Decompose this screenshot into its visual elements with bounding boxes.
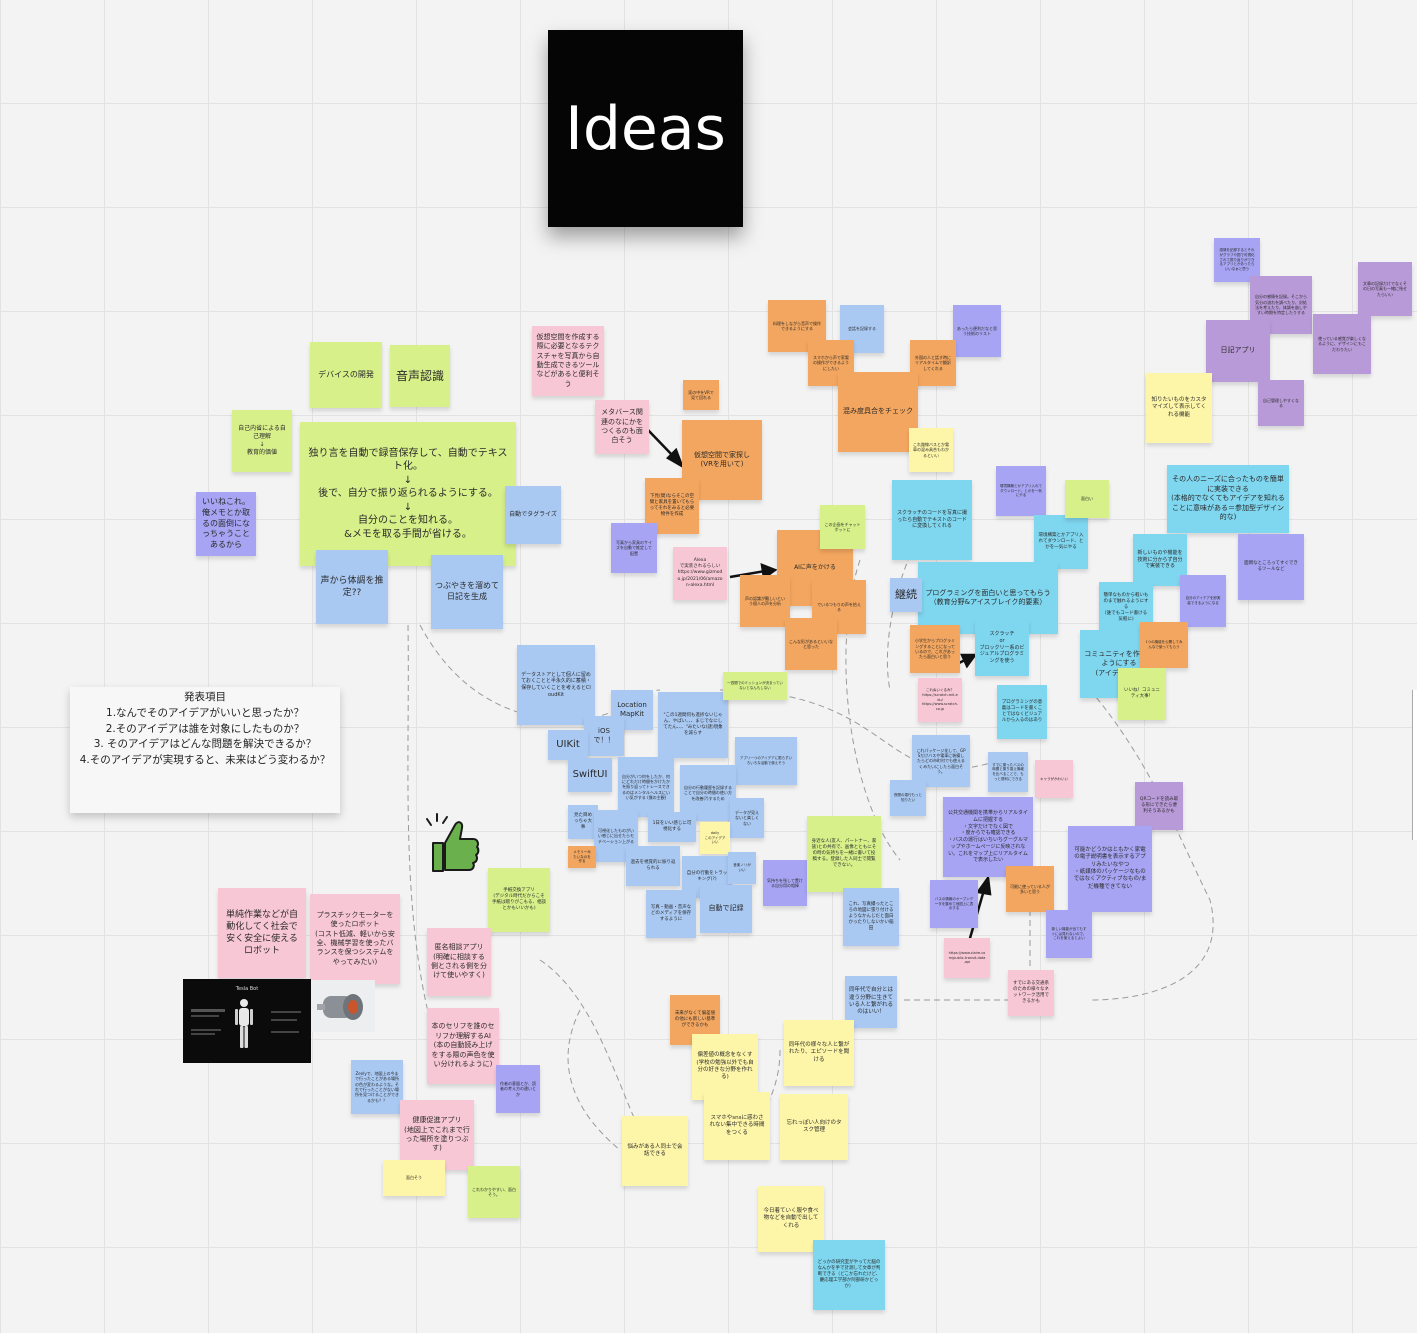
sticky-note[interactable]: 混み度具合をチェック <box>838 372 918 452</box>
robot-slide-title: Tesla Bot <box>235 986 258 992</box>
sticky-note[interactable]: 使っている感覚が楽しくなるように、デザインにもこだわりたい <box>1313 314 1371 374</box>
sticky-note[interactable]: 自分がいつ何をしたか、何にどれだけ時間をかけたかを振り返ってトレースできるのはメ… <box>618 757 674 817</box>
sticky-note[interactable]: データが見えないと楽しくない <box>730 798 764 838</box>
sticky-note[interactable]: QRコードを読み取る形にできたら便利そうあるかも <box>1135 782 1183 830</box>
sticky-note[interactable]: 夜間の運行もっと知りたい <box>890 780 926 816</box>
sticky-note[interactable]: これ、写真撮ったところの地図に張り付けるようなかんじだと面白かったりしないかい稲… <box>843 888 899 946</box>
sticky-note[interactable]: こんな形があるといいなと思った <box>785 618 837 670</box>
agenda-item-3: 3. そのアイデアはどんな問題を解決できるか？ <box>93 738 317 751</box>
sticky-note[interactable]: 悩みがある人同士で会話できる <box>622 1116 688 1186</box>
sticky-note[interactable]: daily このアイデアいい <box>700 822 730 854</box>
sticky-note[interactable]: 気持ちを残して置ける自分用の相棒 <box>763 860 807 906</box>
sticky-note[interactable]: スクラッチのコードを写真に撮ったら自動でテキストのコードに変換してくれる <box>892 480 972 560</box>
sticky-note[interactable]: 家の中をVRで見て回れる <box>683 380 719 410</box>
right-edge-panel-tab[interactable] <box>1412 690 1417 840</box>
sticky-note[interactable]: いいねこれ。俺メモとか取るの面倒になっちゃうことあるから <box>196 492 256 556</box>
sticky-note[interactable]: SwiftUI <box>568 758 612 792</box>
sticky-note[interactable]: 1日をいい感じに可視化する <box>648 812 696 842</box>
sticky-note[interactable]: 過去を視覚的に振り返られる <box>626 846 680 886</box>
sticky-note[interactable]: 身近な人(友人、パートナー、家族)との共有で、画像とともにその時の気持ちを一緒に… <box>807 816 881 892</box>
sticky-note[interactable]: https://www.claire.com/public-transit-da… <box>944 938 990 978</box>
sticky-note[interactable]: どっかの研究室がやってた脳のなんかを手で計測して文章が判断できる（どこか忘れたけ… <box>813 1240 885 1310</box>
sticky-note[interactable]: 音声認識 <box>390 345 450 407</box>
sticky-note[interactable]: 音楽ノリがいい <box>728 852 756 884</box>
ideas-title-card[interactable]: Ideas <box>548 30 743 227</box>
sticky-note[interactable]: スクラッチ or ブロックリー系のビジュアルプログラミングを使う <box>975 620 1029 676</box>
sticky-note[interactable]: プラスチックモーターを使ったロボット (コスト低減、軽いから安全、機械学習を使っ… <box>310 894 400 984</box>
sticky-note[interactable]: すでにある交通系のための様々なネットワーク活用できるかも <box>1008 970 1054 1016</box>
sticky-note[interactable]: 自分のアイデアを即実装できるようになる <box>1180 575 1226 627</box>
sticky-note[interactable]: 新しいものや機能を技術に分からず自分で実装できる <box>1133 534 1187 586</box>
thumbs-up-sticker-icon[interactable] <box>425 813 481 877</box>
sticky-note[interactable]: 新しい機能が出てもすぐには見れないので、これを使えるとよい <box>1046 910 1092 958</box>
sticky-note[interactable]: "この1週間何も進捗ないじゃん、やばい、、、まじでなにしてたん、、、"みたいな(… <box>658 692 728 758</box>
sticky-note[interactable]: あったら便利だなと思う技術のリスト <box>953 305 1001 357</box>
sticky-note[interactable]: 自動で記録 <box>700 885 752 933</box>
sticky-note[interactable]: メタバース関連のなにかをつくるのも面白そう <box>595 400 649 454</box>
sticky-note[interactable]: 面倒なところってすぐできるツールなど <box>1238 534 1304 600</box>
sticky-note[interactable]: スマホやsnsに惑わされない集中できる時間をつくる <box>704 1092 770 1160</box>
sticky-note[interactable]: 同年代の様々な人と繋がれたり、エピソードを聞ける <box>784 1020 854 1086</box>
sticky-note[interactable]: 可能に使っている人が多いと思う <box>1006 866 1054 912</box>
sticky-note[interactable]: 環境構築とかアプリ入れてダウンロード、とかを一気にやる <box>1034 515 1088 569</box>
sticky-note[interactable]: 1つの機能を公開してみんなで使ってもらう <box>1140 622 1188 668</box>
sticky-note[interactable]: いいね！コミュニティ大事！ <box>1118 668 1166 720</box>
sticky-note[interactable]: 偏差値の概念をなくす(学校の勉強以外でも自分の好きな分野を作れる) <box>692 1034 758 1100</box>
sticky-note[interactable]: Zenlyで、地図上の今まで行ったことがある場所の色が変わるような。それで行った… <box>351 1060 403 1114</box>
ideas-title: Ideas <box>565 93 726 164</box>
sticky-note[interactable]: 一週間でのミッションが決まっていないとなんもしない <box>723 672 787 700</box>
sticky-note[interactable]: この企画をチャットボットに <box>820 505 865 549</box>
presentation-agenda-card[interactable]: 発表項目 1.なんでそのアイデアがいいと思ったか？ 2.そのアイデアは誰を対象に… <box>70 687 340 813</box>
sticky-note[interactable]: 写真から家具のサイズを自動で推定して配置 <box>611 523 657 573</box>
sticky-note[interactable]: 手紙交換アプリ (デジタル時代だからこそ手紙は贈りがこもる、相談とかもいいかも) <box>488 868 550 932</box>
agenda-item-4: 4.そのアイデアが実現すると、未来はどう変わるか？ <box>79 754 331 766</box>
sticky-note[interactable]: キャラがかわいい <box>1035 760 1073 798</box>
sticky-note[interactable]: 仮想空間を作成する際に必要となるテクスチャを写真から自動生成できるツールなどがあ… <box>532 326 604 396</box>
sticky-note[interactable]: 公共交通機関を携帯からリアルタイムに把握する ・文字だけでなく図で ・度からでも… <box>943 797 1033 877</box>
motor-part-image[interactable] <box>311 980 375 1032</box>
sticky-note[interactable]: 面白そう <box>383 1160 445 1196</box>
sticky-note[interactable]: メモリーみたいなのを作る <box>568 846 596 868</box>
sticky-note[interactable]: 匿名相談アプリ (明確に相談する側とされる側を分けて使いやすく) <box>427 928 491 996</box>
sticky-note[interactable]: これ路線バスとか電車の混み具合もわかるといい <box>909 428 953 472</box>
agenda-item-2: 2.そのアイデアは誰を対象にしたものか？ <box>105 722 305 735</box>
sticky-note[interactable]: 自己管理しやすくなる <box>1258 380 1304 426</box>
sticky-note[interactable]: 環境構築とかアプリ入れてダウンロード、とかを一気にやる <box>996 466 1046 516</box>
sticky-note[interactable]: 作者の意図とか、読者の考え方の違いとか <box>496 1065 540 1113</box>
sticky-note[interactable]: 自動でタグライズ <box>505 486 561 544</box>
sticky-note[interactable]: 写真・動画・音声などのメディアを保存するように <box>646 890 696 938</box>
motor-part-graphic <box>311 980 375 1032</box>
sticky-note[interactable]: 本のセリフを誰のセリフか理解するAI (本の自動読み上げをする際の声色を使い分け… <box>427 1008 499 1084</box>
sticky-note[interactable]: すでに乗ったバスの時間と乗り換え情報を比べることで、もっと便利にできる <box>988 752 1028 792</box>
agenda-item-1: 1.なんでそのアイデアがいいと思ったか？ <box>106 706 304 719</box>
sticky-note[interactable]: 忘れっぽい人向けのタスク管理 <box>780 1094 848 1160</box>
sticky-note[interactable]: これぬいぐるみ？ https://scratch.mit.edu/ https:… <box>918 678 962 722</box>
sticky-note[interactable]: つぶやきを溜めて日記を生成 <box>431 555 503 629</box>
tesla-bot-slide-image[interactable]: Tesla Bot <box>183 979 311 1063</box>
sticky-note[interactable]: データストアとして個人に留めておくことと半永久的に蓄積・保存していくことを考える… <box>517 645 595 725</box>
sticky-note[interactable]: アプリ一つのアイデアに限らずいろいろな活動で使えそう <box>735 737 797 785</box>
sticky-note[interactable]: 日記アプリ <box>1206 320 1270 382</box>
agenda-heading: 発表項目 <box>184 691 226 703</box>
sticky-note[interactable]: プログラミングの意義はコードを書くことではなくビジュアルから入るのはあり <box>997 685 1047 739</box>
sticky-note[interactable]: 単純作業などが自動化してく社会で安く安全に使えるロボット <box>218 888 306 978</box>
sticky-note[interactable]: Alexa で実装されるらしい https://www.gizmodo.jp/2… <box>673 547 727 600</box>
sticky-note[interactable]: これわかりやすい、面白そう。 <box>468 1166 520 1218</box>
sticky-note[interactable]: 自己内省による自己理解 ↓ 教育的価値 <box>232 410 292 472</box>
sticky-note[interactable]: 可能かどうかはともかく家電の電子説明書を表示するアプリみたいなやつ ・紙媒体のパ… <box>1068 826 1152 912</box>
sticky-note[interactable]: 声の認識が難しいという個人の声を分析 <box>740 575 790 627</box>
sticky-note[interactable]: 声から体調を推定?? <box>316 550 388 624</box>
sticky-note[interactable]: UIKit <box>548 730 588 760</box>
sticky-note[interactable]: デバイスの開発 <box>310 342 382 408</box>
sticky-note[interactable]: 知りたいものをカスタマイズして表示してくれる機能 <box>1146 373 1212 443</box>
main-idea-note[interactable]: 独り言を自動で録音保存して、自動でテキスト化。 ↓ 後で、自分で振り返られるよう… <box>300 422 516 566</box>
sticky-note[interactable]: iOSで！！ <box>584 716 624 756</box>
sticky-note[interactable]: バスの情報のオープンデータを集めて地図上に表示する <box>930 880 978 928</box>
sticky-note[interactable]: 文章の記録だけでなくその日の写真も一緒に残せたらいい <box>1358 262 1412 316</box>
sticky-note[interactable]: 継続 <box>890 578 922 612</box>
sticky-note[interactable]: 面白い <box>1065 480 1109 518</box>
robot-slide-graphic: Tesla Bot <box>183 979 311 1063</box>
sticky-note[interactable]: その人のニーズに合ったものを簡単に実装できる (本格的でなくてもアイデアを知れる… <box>1167 465 1289 533</box>
sticky-note[interactable]: 小学生からプログラミングすることになっているので、これがあったら面白いと思う <box>910 625 960 673</box>
